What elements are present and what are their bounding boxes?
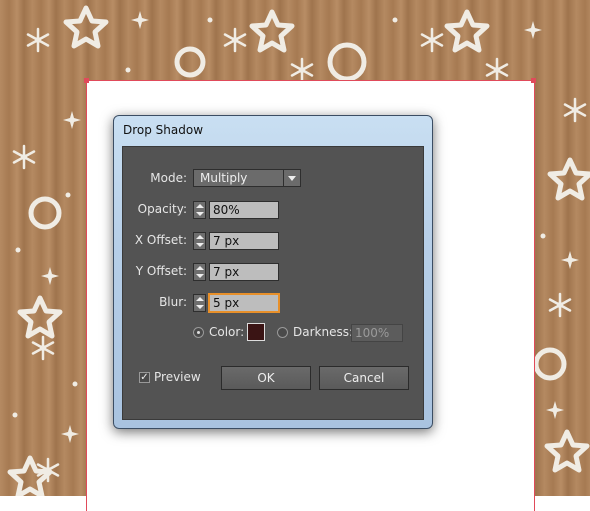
ok-button[interactable]: OK bbox=[221, 366, 311, 390]
color-swatch[interactable] bbox=[247, 323, 265, 341]
opacity-label: Opacity: bbox=[137, 202, 187, 216]
darkness-input[interactable]: 100% bbox=[351, 324, 403, 342]
cancel-button[interactable]: Cancel bbox=[319, 366, 409, 390]
darkness-label: Darkness: bbox=[293, 325, 354, 339]
color-label: Color: bbox=[209, 325, 245, 339]
mode-value: Multiply bbox=[200, 171, 248, 185]
opacity-stepper[interactable] bbox=[193, 201, 206, 219]
dialog-title: Drop Shadow bbox=[123, 123, 204, 137]
y-offset-stepper[interactable] bbox=[193, 263, 206, 281]
blur-stepper[interactable] bbox=[193, 294, 206, 312]
preview-label: Preview bbox=[154, 370, 201, 384]
y-offset-label: Y Offset: bbox=[135, 264, 187, 278]
blur-label: Blur: bbox=[159, 295, 187, 309]
dialog-panel: Mode: Multiply Opacity: 80% X Offset: 7 … bbox=[122, 146, 424, 420]
color-radio[interactable] bbox=[193, 327, 204, 338]
opacity-input[interactable]: 80% bbox=[209, 201, 279, 219]
x-offset-input[interactable]: 7 px bbox=[209, 232, 279, 250]
chevron-down-icon bbox=[283, 170, 300, 186]
selection-handle[interactable] bbox=[531, 78, 536, 83]
blur-input[interactable]: 5 px bbox=[209, 294, 279, 312]
mode-label: Mode: bbox=[150, 171, 187, 185]
x-offset-label: X Offset: bbox=[134, 233, 187, 247]
selection-handle[interactable] bbox=[84, 78, 89, 83]
x-offset-stepper[interactable] bbox=[193, 232, 206, 250]
mode-dropdown[interactable]: Multiply bbox=[193, 169, 301, 187]
darkness-radio[interactable] bbox=[277, 327, 288, 338]
y-offset-input[interactable]: 7 px bbox=[209, 263, 279, 281]
preview-checkbox[interactable]: ✓ bbox=[139, 372, 150, 383]
drop-shadow-dialog: Drop Shadow Mode: Multiply Opacity: 80% … bbox=[113, 115, 433, 429]
